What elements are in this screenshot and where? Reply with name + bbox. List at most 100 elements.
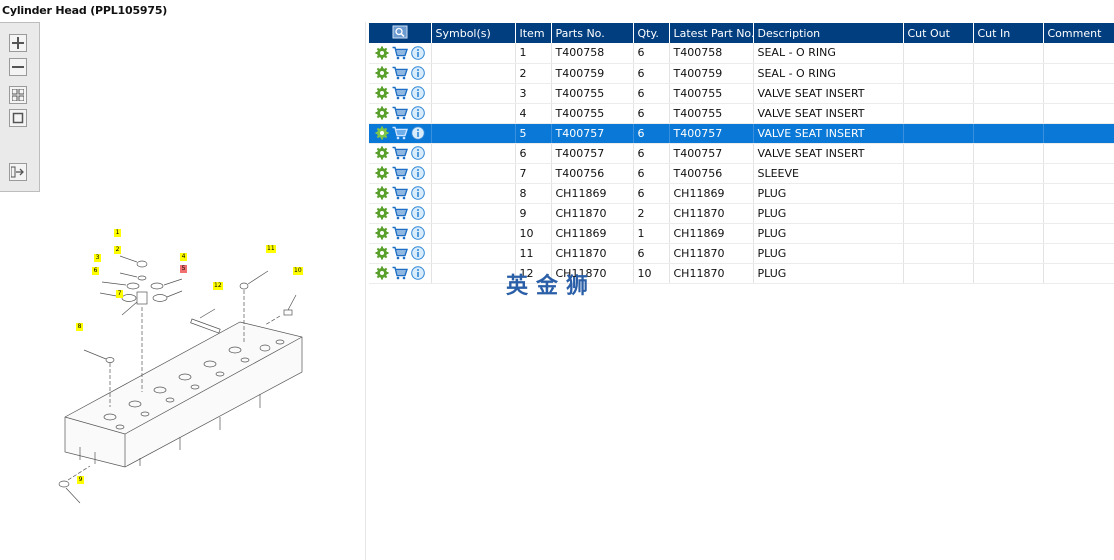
cell-qty: 6 [633,83,670,104]
cell-cut-out [903,223,974,244]
cell-symbol [431,183,516,204]
info-icon[interactable] [411,246,425,260]
cell-comment [1043,183,1114,204]
table-row[interactable]: 9 CH11870 2 CH11870 PLUG [369,203,1114,224]
cart-icon[interactable] [392,126,408,140]
column-header-search[interactable] [369,23,432,43]
row-actions [369,223,432,244]
cell-latest-part-no: T400757 [669,143,754,164]
row-actions [369,163,432,184]
table-row[interactable]: 5 T400757 6 T400757 VALVE SEAT INSERT [369,123,1114,144]
cart-icon[interactable] [392,226,408,240]
info-icon[interactable] [411,86,425,100]
info-icon[interactable] [411,45,425,60]
callout-12[interactable]: 12 [213,282,223,290]
table-row[interactable]: 2 T400759 6 T400759 SEAL - O RING [369,63,1114,84]
info-icon[interactable] [411,146,425,160]
gear-icon[interactable] [375,86,389,100]
cell-parts-no: T400756 [551,163,634,184]
cart-icon[interactable] [392,66,408,80]
cell-latest-part-no: CH11870 [669,263,754,284]
column-header-qty[interactable]: Qty. [633,23,670,43]
info-icon[interactable] [411,166,425,180]
fit-button[interactable] [9,86,27,104]
cart-icon[interactable] [392,46,408,60]
cart-icon[interactable] [392,166,408,180]
callout-10[interactable]: 10 [293,267,303,275]
gear-icon[interactable] [375,186,389,200]
info-icon[interactable] [411,106,425,120]
info-icon[interactable] [411,66,425,80]
table-row[interactable]: 12 CH11870 10 CH11870 PLUG [369,263,1114,284]
table-row[interactable]: 8 CH11869 6 CH11869 PLUG [369,183,1114,204]
cart-icon[interactable] [392,146,408,160]
cell-latest-part-no: CH11870 [669,203,754,224]
info-icon[interactable] [411,186,425,200]
callout-3[interactable]: 3 [94,254,101,262]
cell-cut-in [973,83,1044,104]
info-icon[interactable] [411,226,425,240]
cart-icon[interactable] [392,186,408,200]
callout-7[interactable]: 7 [116,290,123,298]
cell-latest-part-no: T400756 [669,163,754,184]
cell-item: 9 [515,203,552,224]
gear-icon[interactable] [375,106,389,120]
table-row[interactable]: 7 T400756 6 T400756 SLEEVE [369,163,1114,184]
callout-11[interactable]: 11 [266,245,276,253]
column-header-symbols[interactable]: Symbol(s) [431,23,516,43]
cart-icon[interactable] [392,206,408,220]
zoom-in-button[interactable] [9,34,27,52]
gear-icon[interactable] [375,226,389,240]
export-button[interactable] [9,163,27,181]
gear-icon[interactable] [375,146,389,160]
info-icon[interactable] [411,266,425,280]
row-actions [369,143,432,164]
gear-icon[interactable] [375,46,389,60]
callout-1[interactable]: 1 [114,229,121,237]
column-header-cut-in[interactable]: Cut In [973,23,1044,43]
column-header-comment[interactable]: Comment [1043,23,1114,43]
gear-icon[interactable] [375,66,389,80]
cell-cut-out [903,203,974,224]
watermark: 英金狮 [506,274,597,299]
column-header-item[interactable]: Item [515,23,552,43]
callout-2[interactable]: 2 [114,246,121,254]
cell-comment [1043,123,1114,144]
callout-6[interactable]: 6 [92,267,99,275]
callout-5[interactable]: 5 [180,265,187,273]
gear-icon[interactable] [375,246,389,260]
table-row[interactable]: 4 T400755 6 T400755 VALVE SEAT INSERT [369,103,1114,124]
cell-symbol [431,203,516,224]
cart-icon[interactable] [392,246,408,260]
cart-icon[interactable] [392,86,408,100]
info-icon[interactable] [411,206,425,220]
column-header-description[interactable]: Description [753,23,904,43]
column-header-latest-part-no[interactable]: Latest Part No. [669,23,754,43]
column-header-parts-no[interactable]: Parts No. [551,23,634,43]
gear-icon[interactable] [375,166,389,180]
gear-icon[interactable] [375,206,389,220]
illustration-panel[interactable]: 1 2 3 4 5 6 7 8 9 10 11 12 [0,22,366,560]
zoom-out-button[interactable] [9,58,27,76]
cart-icon[interactable] [392,106,408,120]
table-row[interactable]: 1 T400758 6 T400758 SEAL - O RING [369,43,1114,64]
callout-9[interactable]: 9 [77,476,84,484]
table-row[interactable]: 6 T400757 6 T400757 VALVE SEAT INSERT [369,143,1114,164]
cart-icon[interactable] [392,266,408,280]
cell-parts-no: T400758 [551,43,634,64]
cell-qty: 2 [633,203,670,224]
table-row[interactable]: 10 CH11869 1 CH11869 PLUG [369,223,1114,244]
cell-cut-in [973,123,1044,144]
gear-icon[interactable] [375,266,389,280]
callout-8[interactable]: 8 [76,323,83,331]
cell-symbol [431,163,516,184]
gear-icon[interactable] [375,126,389,140]
cell-cut-in [973,243,1044,264]
column-header-cut-out[interactable]: Cut Out [903,23,974,43]
window-button[interactable] [9,109,27,127]
parts-list-panel[interactable]: Symbol(s) Item Parts No. Qty. Latest Par… [366,22,1114,560]
table-row[interactable]: 3 T400755 6 T400755 VALVE SEAT INSERT [369,83,1114,104]
callout-4[interactable]: 4 [180,253,187,261]
info-icon[interactable] [411,126,425,140]
table-row[interactable]: 11 CH11870 6 CH11870 PLUG [369,243,1114,264]
